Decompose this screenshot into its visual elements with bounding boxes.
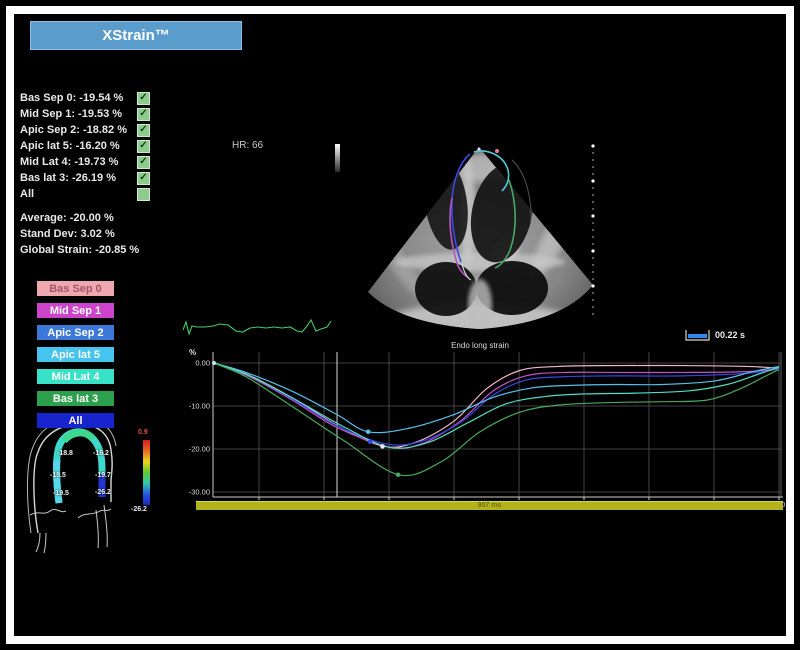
measurement-row: Apic Sep 2: -18.82 %✓ bbox=[20, 122, 150, 138]
segment-button[interactable]: All bbox=[37, 413, 114, 428]
timeline-bar[interactable]: 907 ms bbox=[196, 501, 783, 510]
measurement-checkbox[interactable]: ✓ bbox=[137, 172, 150, 185]
measurement-checkbox[interactable]: ✓ bbox=[137, 188, 150, 201]
measurement-row: Mid Lat 4: -19.73 %✓ bbox=[20, 154, 150, 170]
measurement-label: All bbox=[20, 188, 137, 200]
stats-list: Average: -20.00 %Stand Dev: 3.02 %Global… bbox=[20, 212, 139, 260]
measurement-checkbox[interactable]: ✓ bbox=[137, 156, 150, 169]
measurement-list: Bas Sep 0: -19.54 %✓Mid Sep 1: -19.53 %✓… bbox=[20, 90, 150, 202]
app-title-button[interactable]: XStrain™ bbox=[30, 21, 242, 50]
bullseye-segment-value: -19.7 bbox=[95, 472, 111, 479]
stat-label: Stand Dev: 3.02 % bbox=[20, 228, 139, 244]
measurement-checkbox[interactable]: ✓ bbox=[137, 124, 150, 137]
segment-button-stack: Bas Sep 0 Mid Sep 1 Apic Sep 2 Apic lat 5 Mi… bbox=[37, 281, 114, 428]
stat-label: Average: -20.00 % bbox=[20, 212, 139, 228]
measurement-checkbox[interactable]: ✓ bbox=[137, 108, 150, 121]
measurement-label: Apic lat 5: -16.20 % bbox=[20, 140, 137, 152]
timer-value: 00.22 s bbox=[715, 330, 745, 340]
measurement-label: Apic Sep 2: -18.82 % bbox=[20, 124, 137, 136]
measurement-checkbox[interactable]: ✓ bbox=[137, 92, 150, 105]
bullseye-segment-value: -18.8 bbox=[57, 450, 73, 457]
measurement-label: Mid Lat 4: -19.73 % bbox=[20, 156, 137, 168]
segment-button[interactable]: Bas lat 3 bbox=[37, 391, 114, 406]
segment-button[interactable]: Mid Sep 1 bbox=[37, 303, 114, 318]
bullseye-segment-value: -19.5 bbox=[50, 472, 66, 479]
chart-title: Endo long strain bbox=[430, 341, 530, 350]
heart-rate-label: HR: 66 bbox=[232, 140, 263, 151]
y-axis-unit: % bbox=[189, 348, 196, 357]
color-scale-min: -26.2 bbox=[131, 506, 147, 513]
color-scale-max: 0.9 bbox=[138, 429, 148, 436]
measurement-row: Bas lat 3: -26.19 %✓ bbox=[20, 170, 150, 186]
bullseye-segment-value: -19.5 bbox=[53, 490, 69, 497]
timeline-duration-label: 907 ms bbox=[478, 502, 502, 510]
segment-button[interactable]: Bas Sep 0 bbox=[37, 281, 114, 296]
measurement-label: Bas Sep 0: -19.54 % bbox=[20, 92, 137, 104]
bullseye-segment-value: -16.2 bbox=[93, 450, 109, 457]
grayscale-bar bbox=[335, 144, 340, 172]
measurement-row: Bas Sep 0: -19.54 %✓ bbox=[20, 90, 150, 106]
measurement-row: Mid Sep 1: -19.53 %✓ bbox=[20, 106, 150, 122]
measurement-checkbox[interactable]: ✓ bbox=[137, 140, 150, 153]
segment-button[interactable]: Apic lat 5 bbox=[37, 347, 114, 362]
measurement-label: Mid Sep 1: -19.53 % bbox=[20, 108, 137, 120]
bullseye-segment-value: -26.2 bbox=[95, 489, 111, 496]
measurement-label: Bas lat 3: -26.19 % bbox=[20, 172, 137, 184]
stat-label: Global Strain: -20.85 % bbox=[20, 244, 139, 260]
segment-button[interactable]: Mid Lat 4 bbox=[37, 369, 114, 384]
color-scale-bar bbox=[143, 440, 150, 505]
measurement-row: Apic lat 5: -16.20 %✓ bbox=[20, 138, 150, 154]
measurement-row: All✓ bbox=[20, 186, 150, 202]
segment-button[interactable]: Apic Sep 2 bbox=[37, 325, 114, 340]
